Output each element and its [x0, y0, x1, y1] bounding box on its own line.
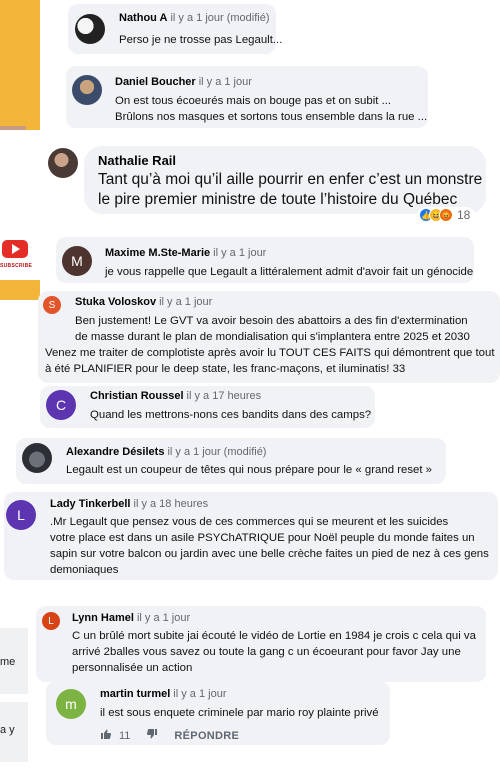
timestamp[interactable]: il y a 1 jour [137, 612, 190, 624]
comment-text: il est sous enquete criminele par mario … [100, 705, 379, 721]
subscribe-text: SUBSCRIBE [0, 263, 33, 269]
author-name[interactable]: Alexandre Désilets [66, 446, 164, 458]
avatar[interactable]: m [56, 689, 86, 719]
comment-text: C un brûlé mort subite jai écouté le vid… [72, 628, 476, 676]
comment-action-bar: 11 RÉPONDRE [100, 728, 239, 743]
comment-meta: Lynn Hamel il y a 1 jour [72, 612, 190, 624]
comment-text: Tant qu’à moi qu’il aille pourrir en enf… [98, 170, 482, 210]
comment-text: Legault est un coupeur de têtes qui nous… [66, 462, 432, 478]
avatar[interactable] [48, 148, 78, 178]
comment-line: Tant qu’à moi qu’il aille pourrir en enf… [98, 171, 483, 188]
fragment-text: a y [0, 724, 15, 736]
avatar[interactable] [72, 75, 102, 105]
reactions-summary[interactable]: 👍 😆 😡 18 [417, 207, 476, 223]
timestamp[interactable]: il y a 17 heures [187, 390, 262, 402]
comment-meta: Christian Roussel il y a 17 heures [90, 390, 261, 402]
cropped-comment-fragment: me [0, 628, 28, 694]
comment-meta: Alexandre Désilets il y a 1 jour (modifié… [66, 446, 266, 458]
comment-line: demoniaques [50, 564, 119, 576]
author-name[interactable]: Daniel Boucher [115, 76, 196, 88]
comment-text: On est tous écoeurés mais on bouge pas e… [115, 93, 427, 125]
comment-meta: Daniel Boucher il y a 1 jour [115, 76, 252, 88]
comment-line: il est sous enquete criminele par mario … [100, 707, 379, 719]
author-name[interactable]: Christian Roussel [90, 390, 184, 402]
comment-meta: Nathou Ail y a 1 jour (modifié) [119, 12, 270, 24]
timestamp[interactable]: il y a 1 jour (modifié) [167, 446, 266, 458]
comment-text-overflow: Venez me traiter de complotiste après av… [45, 345, 495, 377]
timestamp[interactable]: il y a 1 jour [173, 688, 226, 700]
timestamp[interactable]: il y a 18 heures [134, 498, 209, 510]
timestamp[interactable]: il y a 1 jour [199, 76, 252, 88]
comment-meta: Maxime M.Ste-Marie il y a 1 jour [105, 247, 266, 259]
author-name[interactable]: martin turmel [100, 688, 170, 700]
avatar[interactable]: C [46, 390, 76, 420]
comment-line: à été PLANIFIER pour le deep state, les … [45, 363, 406, 375]
timestamp[interactable]: il y a 1 jour (modifié) [170, 12, 269, 24]
comment-line: On est tous écoeurés mais on bouge pas e… [115, 95, 392, 107]
author-name[interactable]: Nathalie Rail [98, 153, 176, 168]
youtube-logo-icon [2, 240, 28, 258]
timestamp[interactable]: il y a 1 jour [213, 247, 266, 259]
timestamp[interactable]: il y a 1 jour [159, 296, 212, 308]
avatar[interactable]: M [62, 246, 92, 276]
comment-text: Ben justement! Le GVT va avoir besoin de… [75, 313, 470, 345]
author-name[interactable]: Stuka Voloskov [75, 296, 156, 308]
comment-line: Perso je ne trosse pas Legault... [119, 34, 283, 46]
author-name[interactable]: Lynn Hamel [72, 612, 134, 624]
author-name[interactable]: Maxime M.Ste-Marie [105, 247, 210, 259]
author-name[interactable]: Nathou A [119, 12, 167, 24]
thumbs-down-icon[interactable] [146, 728, 158, 743]
comment-line: Legault est un coupeur de têtes qui nous… [66, 464, 433, 476]
fragment-text: me [0, 656, 16, 668]
comment-line: de masse durant le plan de mondialisatio… [75, 331, 470, 343]
reaction-count: 18 [457, 208, 471, 222]
comment-line: C un brûlé mort subite jai écouté le vid… [72, 630, 476, 642]
comment-line: sapin sur votre balcon ou jardin avec un… [50, 548, 489, 560]
comment-text: .Mr Legault que pensez vous de ces comme… [50, 514, 489, 578]
cropped-comment-fragment: a y [0, 702, 28, 762]
comment-line: .Mr Legault que pensez vous de ces comme… [50, 516, 449, 528]
angry-reaction-icon: 😡 [439, 208, 453, 222]
comment-line: Quand les mettrons-nons ces bandits dans… [90, 409, 372, 421]
like-count: 11 [119, 729, 131, 742]
comment-line: arrivé 2balles vous savez ou toute la ga… [72, 646, 461, 658]
author-name[interactable]: Lady Tinkerbell [50, 498, 131, 510]
avatar[interactable] [75, 14, 105, 44]
thumbs-up-icon[interactable] [100, 728, 112, 743]
avatar[interactable]: L [6, 500, 36, 530]
avatar[interactable] [22, 443, 52, 473]
video-thumbnail: SUBSCRIBE [0, 0, 40, 300]
avatar[interactable]: S [43, 296, 61, 314]
reply-button[interactable]: RÉPONDRE [174, 730, 239, 742]
comment-line: je vous rappelle que Legault a littérale… [105, 266, 474, 278]
comment-meta: martin turmel il y a 1 jour [100, 688, 227, 700]
comment-text: je vous rappelle que Legault a littérale… [105, 264, 473, 280]
avatar[interactable]: L [42, 612, 60, 630]
comment-meta: Stuka Voloskov il y a 1 jour [75, 296, 212, 308]
comment-line: Venez me traiter de complotiste après av… [45, 347, 495, 359]
comment-line: Ben justement! Le GVT va avoir besoin de… [75, 315, 468, 327]
comment-meta: Lady Tinkerbell il y a 18 heures [50, 498, 208, 510]
comment-line: votre place est dans un asile PSYChATRIQ… [50, 532, 475, 544]
comment-line: personnalisée un action [72, 662, 193, 674]
comment-text: Perso je ne trosse pas Legault... [119, 32, 282, 48]
comment-line: Brûlons nos masques et sortons tous ense… [115, 111, 428, 123]
comment-text: Quand les mettrons-nons ces bandits dans… [90, 407, 371, 423]
